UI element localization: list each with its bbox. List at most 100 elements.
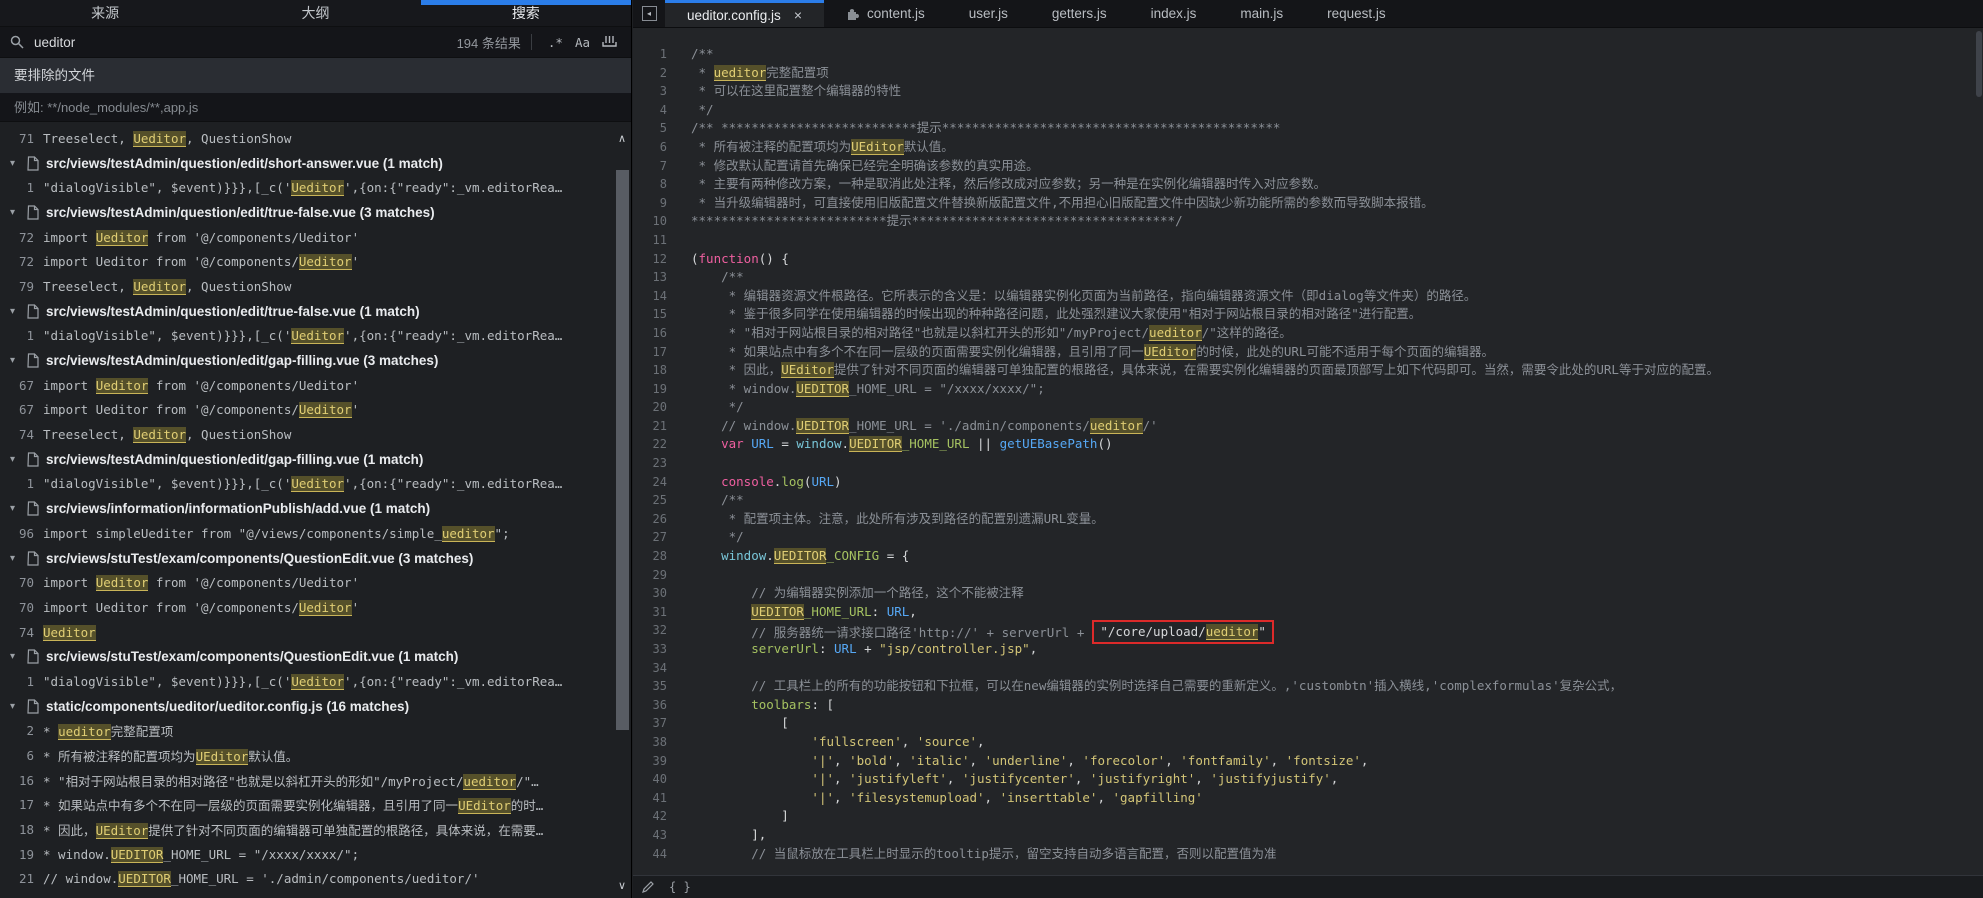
chevron-down-icon[interactable]: ▾ — [10, 355, 20, 366]
match-result-row[interactable]: 70import Ueditor from '@/components/Uedi… — [0, 570, 613, 595]
code-line[interactable]: 20 */ — [633, 398, 1983, 417]
code-line[interactable]: 2 * ueditor完整配置项 — [633, 64, 1983, 83]
code-line[interactable]: 15 * 鉴于很多同学在使用编辑器的时候出现的种种路径问题，此处强烈建议大家使用… — [633, 305, 1983, 324]
match-result-row[interactable]: 79Treeselect, Ueditor, QuestionShow — [0, 274, 613, 299]
chevron-down-icon[interactable]: ▾ — [10, 454, 20, 465]
match-result-row[interactable]: 67import Ueditor from '@/components/Uedi… — [0, 398, 613, 423]
match-result-row[interactable]: 71Treeselect, Ueditor, QuestionShow — [0, 126, 613, 151]
code-line[interactable]: 24 console.log(URL) — [633, 473, 1983, 492]
editor-tab-request-js[interactable]: request.js — [1305, 0, 1408, 27]
code-line[interactable]: 44 // 当鼠标放在工具栏上时显示的tooltip提示，留空支持自动多语言配置… — [633, 845, 1983, 864]
code-line[interactable]: 33 serverUrl: URL + "jsp/controller.jsp"… — [633, 640, 1983, 659]
code-line[interactable]: 43 ], — [633, 826, 1983, 845]
file-result-row[interactable]: ▾static/components/ueditor/ueditor.confi… — [0, 694, 613, 719]
sidebar-toggle-button[interactable]: ◂ — [633, 0, 665, 27]
code-line[interactable]: 36 toolbars: [ — [633, 696, 1983, 715]
code-line[interactable]: 32 // 服务器统一请求接口路径'http://' + serverUrl +… — [633, 621, 1983, 640]
code-line[interactable]: 11 — [633, 231, 1983, 250]
code-line[interactable]: 27 */ — [633, 528, 1983, 547]
panel-tab-outline[interactable]: 大纲 — [210, 0, 420, 26]
code-line[interactable]: 10**************************提示**********… — [633, 212, 1983, 231]
match-result-row[interactable]: 74Ueditor — [0, 620, 613, 645]
match-result-row[interactable]: 96import simpleUediter from "@/views/com… — [0, 521, 613, 546]
match-result-row[interactable]: 1"dialogVisible", $event)}}},[_c('Uedito… — [0, 669, 613, 694]
match-result-row[interactable]: 2* ueditor完整配置项 — [0, 719, 613, 744]
code-line[interactable]: 7 * 修改默认配置请首先确保已经完全明确该参数的真实用途。 — [633, 157, 1983, 176]
code-line[interactable]: 12(function() { — [633, 250, 1983, 269]
braces-matching-icon[interactable]: { } — [669, 880, 691, 894]
match-result-row[interactable]: 18* 因此，UEditor提供了针对不同页面的编辑器可单独配置的根路径，具体来… — [0, 817, 613, 842]
whole-word-toggle-icon[interactable] — [596, 32, 623, 52]
results-scrollbar-thumb[interactable] — [616, 170, 629, 730]
code-line[interactable]: 35 // 工具栏上的所有的功能按钮和下拉框，可以在new编辑器的实例时选择自己… — [633, 677, 1983, 696]
code-line[interactable]: 8 * 主要有两种修改方案，一种是取消此处注释，然后修改成对应参数；另一种是在实… — [633, 175, 1983, 194]
editor-tab-getters-js[interactable]: getters.js — [1030, 0, 1129, 27]
match-result-row[interactable]: 21// window.UEDITOR_HOME_URL = './admin/… — [0, 867, 613, 892]
file-result-row[interactable]: ▾src/views/stuTest/exam/components/Quest… — [0, 546, 613, 571]
panel-tab-search[interactable]: 搜索 — [421, 0, 631, 26]
code-line[interactable]: 37 [ — [633, 714, 1983, 733]
code-line[interactable]: 18 * 因此，UEditor提供了针对不同页面的编辑器可单独配置的根路径，具体… — [633, 361, 1983, 380]
code-line[interactable]: 38 'fullscreen', 'source', — [633, 733, 1983, 752]
code-line[interactable]: 3 * 可以在这里配置整个编辑器的特性 — [633, 82, 1983, 101]
file-result-row[interactable]: ▾src/views/testAdmin/question/edit/gap-f… — [0, 447, 613, 472]
match-result-row[interactable]: 1"dialogVisible", $event)}}},[_c('Uedito… — [0, 472, 613, 497]
chevron-down-icon[interactable]: ▾ — [10, 553, 20, 564]
exclude-files-header[interactable]: 要排除的文件 — [0, 58, 631, 94]
chevron-down-icon[interactable]: ▾ — [10, 207, 20, 218]
chevron-down-icon[interactable]: ▾ — [10, 503, 20, 514]
case-sensitive-toggle-button[interactable]: Aa — [569, 33, 596, 52]
panel-tab-source[interactable]: 来源 — [0, 0, 210, 26]
file-result-row[interactable]: ▾src/views/testAdmin/question/edit/gap-f… — [0, 348, 613, 373]
chevron-down-icon[interactable]: ▾ — [10, 651, 20, 662]
match-result-row[interactable]: 1"dialogVisible", $event)}}},[_c('Uedito… — [0, 324, 613, 349]
code-line[interactable]: 6 * 所有被注释的配置项均为UEditor默认值。 — [633, 138, 1983, 157]
match-result-row[interactable]: 19* window.UEDITOR_HOME_URL = "/xxxx/xxx… — [0, 842, 613, 867]
chevron-down-icon[interactable]: ▾ — [10, 701, 20, 712]
file-result-row[interactable]: ▾src/views/testAdmin/question/edit/true-… — [0, 200, 613, 225]
code-line[interactable]: 9 * 当升级编辑器时，可直接使用旧版配置文件替换新版配置文件,不用担心旧版配置… — [633, 194, 1983, 213]
file-result-row[interactable]: ▾src/views/stuTest/exam/components/Quest… — [0, 644, 613, 669]
code-line[interactable]: 1/** — [633, 45, 1983, 64]
match-result-row[interactable]: 72import Ueditor from '@/components/Uedi… — [0, 249, 613, 274]
code-line[interactable]: 40 '|', 'justifyleft', 'justifycenter', … — [633, 770, 1983, 789]
edit-pencil-icon[interactable] — [641, 880, 655, 894]
code-line[interactable]: 31 UEDITOR_HOME_URL: URL, — [633, 603, 1983, 622]
file-result-row[interactable]: ▾src/views/testAdmin/question/edit/short… — [0, 151, 613, 176]
scroll-up-icon[interactable]: ∧ — [615, 132, 629, 145]
code-line[interactable]: 41 '|', 'filesystemupload', 'inserttable… — [633, 789, 1983, 808]
exclude-files-input[interactable]: 例如: **/node_modules/**,app.js — [0, 94, 631, 122]
code-line[interactable]: 42 ] — [633, 807, 1983, 826]
code-line[interactable]: 21 // window.UEDITOR_HOME_URL = './admin… — [633, 417, 1983, 436]
match-result-row[interactable]: 17* 如果站点中有多个不在同一层级的页面需要实例化编辑器，且引用了同一UEdi… — [0, 793, 613, 818]
code-line[interactable]: 28 window.UEDITOR_CONFIG = { — [633, 547, 1983, 566]
match-result-row[interactable]: 72import Ueditor from '@/components/Uedi… — [0, 225, 613, 250]
code-line[interactable]: 5/** **************************提示*******… — [633, 119, 1983, 138]
chevron-down-icon[interactable]: ▾ — [10, 306, 20, 317]
code-line[interactable]: 16 * "相对于网站根目录的相对路径"也就是以斜杠开头的形如"/myProje… — [633, 324, 1983, 343]
scroll-down-icon[interactable]: ∨ — [615, 879, 629, 892]
code-line[interactable]: 22 var URL = window.UEDITOR_HOME_URL || … — [633, 435, 1983, 454]
code-line[interactable]: 23 — [633, 454, 1983, 473]
code-line[interactable]: 34 — [633, 659, 1983, 678]
code-line[interactable]: 26 * 配置项主体。注意，此处所有涉及到路径的配置别遗漏URL变量。 — [633, 510, 1983, 529]
code-line[interactable]: 25 /** — [633, 491, 1983, 510]
code-line[interactable]: 30 // 为编辑器实例添加一个路径，这个不能被注释 — [633, 584, 1983, 603]
file-result-row[interactable]: ▾src/views/information/informationPublis… — [0, 496, 613, 521]
search-input[interactable] — [32, 34, 457, 51]
code-line[interactable]: 13 /** — [633, 268, 1983, 287]
code-line[interactable]: 14 * 编辑器资源文件根路径。它所表示的含义是：以编辑器实例化页面为当前路径，… — [633, 287, 1983, 306]
chevron-down-icon[interactable]: ▾ — [10, 158, 20, 169]
match-result-row[interactable]: 70import Ueditor from '@/components/Uedi… — [0, 595, 613, 620]
code-line[interactable]: 4 */ — [633, 101, 1983, 120]
editor-tab-index-js[interactable]: index.js — [1129, 0, 1219, 27]
code-line[interactable]: 29 — [633, 566, 1983, 585]
editor-tab-user-js[interactable]: user.js — [947, 0, 1030, 27]
editor-tab-main-js[interactable]: main.js — [1218, 0, 1305, 27]
match-result-row[interactable]: 67import Ueditor from '@/components/Uedi… — [0, 373, 613, 398]
editor-scrollbar-thumb[interactable] — [1976, 31, 1982, 97]
regex-toggle-button[interactable]: .* — [542, 33, 569, 52]
match-result-row[interactable]: 1"dialogVisible", $event)}}},[_c('Uedito… — [0, 175, 613, 200]
editor-tab-ueditor-config-js[interactable]: ueditor.config.js× — [665, 0, 824, 27]
file-result-row[interactable]: ▾src/views/testAdmin/question/edit/true-… — [0, 299, 613, 324]
